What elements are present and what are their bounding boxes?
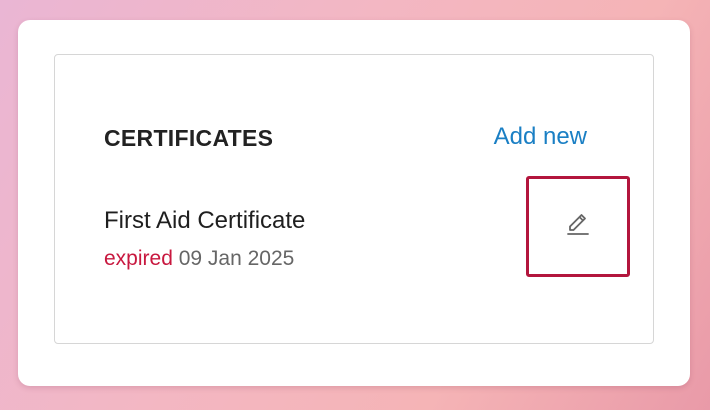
certificates-panel: CERTIFICATES Add new First Aid Certifica… xyxy=(54,54,654,344)
add-new-link[interactable]: Add new xyxy=(494,123,587,151)
section-title: CERTIFICATES xyxy=(104,125,274,151)
certificate-status-line: expired 09 Jan 2025 xyxy=(104,246,294,272)
edit-certificate-button[interactable] xyxy=(526,176,630,277)
certificate-status: expired xyxy=(104,247,173,270)
certificate-date: 09 Jan 2025 xyxy=(178,247,295,270)
certificate-name: First Aid Certificate xyxy=(104,207,306,234)
pencil-icon xyxy=(563,209,593,244)
